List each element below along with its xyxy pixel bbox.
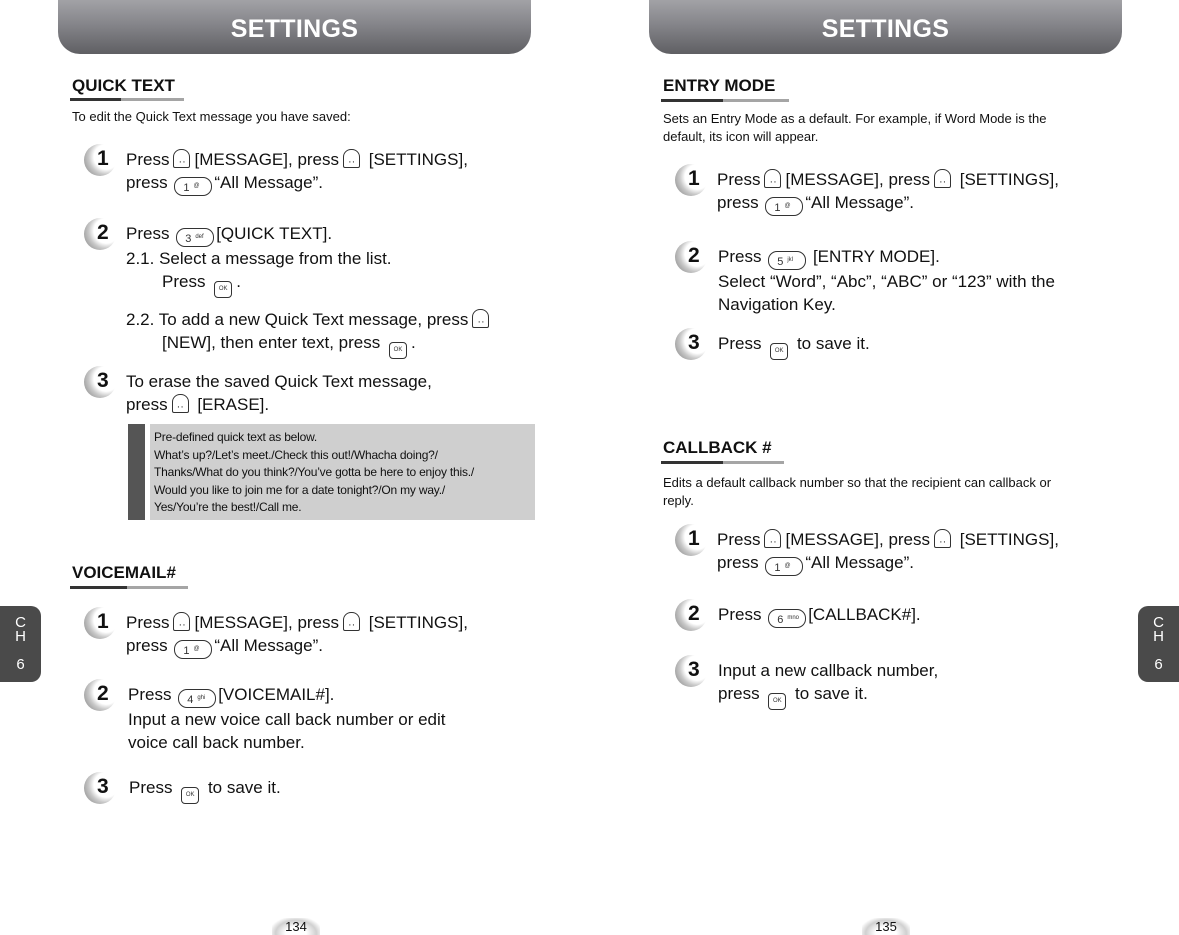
section-title-quick-text: QUICK TEXT <box>72 76 175 95</box>
step-number-badge: 2 <box>84 218 116 250</box>
step-1: 1 Press[MESSAGE], press [SETTINGS], pres… <box>675 524 1059 576</box>
step-2: 2 Press 6 mno [CALLBACK#]. <box>675 599 921 631</box>
section-intro: To edit the Quick Text message you have … <box>72 109 351 124</box>
left-soft-key-icon <box>934 529 952 554</box>
section-title-voicemail: VOICEMAIL# <box>72 563 176 582</box>
key-1-icon: 1 @ <box>174 177 213 196</box>
step-3: 3 Press OK to save it. <box>84 772 281 804</box>
key-5-icon: 5 jkl <box>768 251 807 270</box>
section-underline <box>70 586 188 589</box>
ok-key-icon: OK <box>770 343 789 360</box>
step-2: 2 Press 4 ghi [VOICEMAIL#]. Input a new vo… <box>84 679 446 754</box>
step-3: 3 Press OK to save it. <box>675 328 870 360</box>
section-underline <box>661 461 784 464</box>
section-intro: Edits a default callback number so that … <box>663 475 1052 508</box>
step-1: 1 Press[MESSAGE], press [SETTINGS], pres… <box>84 607 468 659</box>
step-1: 1 Press[MESSAGE], press [SETTINGS], pres… <box>675 164 1059 216</box>
step-1: 1 Press[MESSAGE], press [SETTINGS], pres… <box>84 144 468 196</box>
step-number-badge: 3 <box>675 655 707 687</box>
section-underline <box>70 98 184 101</box>
right-soft-key-icon <box>472 309 490 334</box>
ok-key-icon: OK <box>389 342 407 359</box>
header-title: SETTINGS <box>230 14 359 43</box>
key-3-icon: 3 def <box>176 228 215 247</box>
ok-key-icon: OK <box>214 281 233 298</box>
left-soft-key-icon <box>343 612 361 637</box>
predefined-text-note: Pre-defined quick text as below. What’s … <box>128 424 535 520</box>
key-1-icon: 1 @ <box>765 557 804 576</box>
left-soft-key-icon <box>173 149 191 174</box>
step-2: 2 Press 5 jkl [ENTRY MODE]. Select “Word”… <box>675 241 1055 316</box>
step-number-badge: 3 <box>675 328 707 360</box>
key-6-icon: 6 mno <box>768 609 807 628</box>
page-number-right: 135 <box>862 918 910 935</box>
key-1-icon: 1 @ <box>765 197 804 216</box>
left-soft-key-icon <box>934 169 952 194</box>
ok-key-icon: OK <box>768 693 787 710</box>
step-3: 3 Input a new callback number, press OK … <box>675 655 938 710</box>
step-number-badge: 3 <box>84 772 116 804</box>
left-soft-key-icon <box>173 612 191 637</box>
step-number-badge: 2 <box>675 241 707 273</box>
key-1-icon: 1 @ <box>174 640 213 659</box>
step-number-badge: 1 <box>675 524 707 556</box>
section-title-entry-mode: ENTRY MODE <box>663 76 776 95</box>
left-soft-key-icon <box>343 149 361 174</box>
page-header-right: SETTINGS <box>649 0 1122 54</box>
section-intro: Sets an Entry Mode as a default. For exa… <box>663 111 1047 144</box>
left-soft-key-icon <box>171 394 189 419</box>
left-soft-key-icon <box>764 529 782 554</box>
key-4-icon: 4 ghi <box>178 689 217 708</box>
step-number-badge: 2 <box>84 679 116 711</box>
step-number-badge: 1 <box>84 607 116 639</box>
step-number-badge: 3 <box>84 366 116 398</box>
chapter-tab-right: C H 6 <box>1138 606 1179 682</box>
step-number-badge: 2 <box>675 599 707 631</box>
ok-key-icon: OK <box>181 787 200 804</box>
page-number-left: 134 <box>272 918 320 935</box>
step-number-badge: 1 <box>675 164 707 196</box>
step-3: 3 To erase the saved Quick Text message,… <box>84 366 432 419</box>
section-underline <box>661 99 789 102</box>
section-title-callback: CALLBACK # <box>663 438 772 457</box>
chapter-tab-left: C H 6 <box>0 606 41 682</box>
note-accent-bar <box>128 424 145 520</box>
header-title: SETTINGS <box>821 14 950 43</box>
page-header-left: SETTINGS <box>58 0 531 54</box>
step-2: 2 Press 3 def [QUICK TEXT]. 2.1. Select a … <box>84 218 493 359</box>
left-soft-key-icon <box>764 169 782 194</box>
step-number-badge: 1 <box>84 144 116 176</box>
